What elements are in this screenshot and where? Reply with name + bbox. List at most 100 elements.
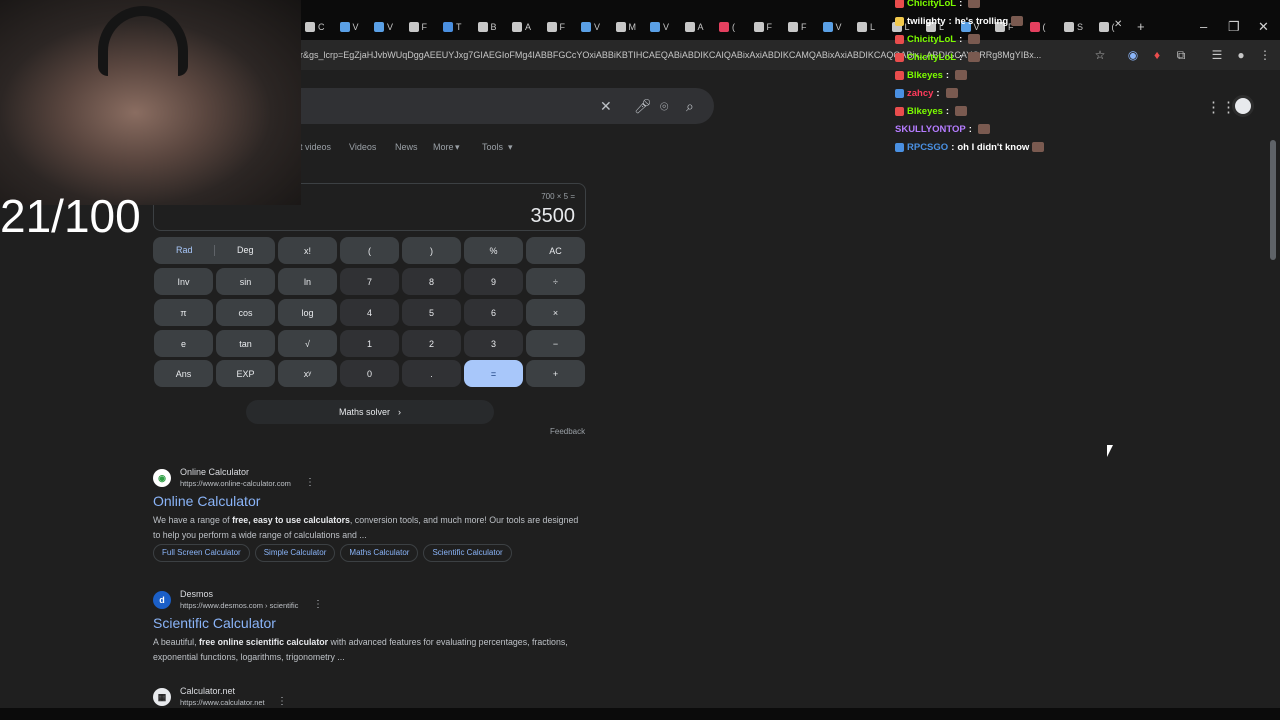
chat-text: he's trolling: [954, 15, 1009, 27]
calc-key[interactable]: 5: [402, 299, 461, 326]
browser-tab[interactable]: V: [374, 18, 393, 36]
calc-key[interactable]: e: [154, 330, 213, 357]
browser-tab[interactable]: A: [512, 18, 531, 36]
profile-icon[interactable]: ●: [1234, 48, 1248, 62]
calc-key[interactable]: AC: [526, 237, 585, 264]
sitelink-full-screen-calculator[interactable]: Full Screen Calculator: [153, 544, 250, 562]
new-tab-button[interactable]: +: [1137, 19, 1145, 34]
tab-title: F: [421, 22, 428, 32]
browser-tab[interactable]: V: [822, 18, 842, 36]
chat-badge-icon: [895, 88, 904, 98]
page-scrollbar[interactable]: [1270, 140, 1276, 260]
tab-more[interactable]: More: [433, 142, 454, 152]
chat-badge-icon: [895, 34, 904, 44]
avatar[interactable]: [1232, 95, 1254, 117]
tab-news[interactable]: News: [395, 142, 418, 152]
sitelink-maths-calculator[interactable]: Maths Calculator: [340, 544, 419, 562]
browser-tab[interactable]: T: [443, 18, 462, 36]
menu-dots-icon[interactable]: ⋮: [1258, 48, 1272, 62]
result-site-name: Calculator.net: [180, 686, 236, 696]
calc-key[interactable]: ): [402, 237, 461, 264]
browser-tab[interactable]: B: [477, 18, 497, 36]
tab-favicon-icon: [822, 22, 833, 32]
calc-key[interactable]: 7: [340, 268, 399, 295]
tab-search-icon[interactable]: ☰: [1210, 48, 1224, 62]
desmos-favicon: d: [153, 591, 171, 609]
extensions-icon[interactable]: ⧉: [1174, 48, 1188, 62]
tab-favicon-icon: [512, 22, 522, 32]
calc-key[interactable]: 6: [464, 299, 523, 326]
extension-wave-icon[interactable]: ◉: [1126, 48, 1140, 62]
calc-key[interactable]: tan: [216, 330, 275, 357]
calc-key[interactable]: EXP: [216, 360, 275, 387]
calc-key[interactable]: ×: [526, 299, 585, 326]
calc-key[interactable]: 4: [340, 299, 399, 326]
calc-key[interactable]: 0: [340, 360, 399, 387]
browser-tab[interactable]: F: [788, 18, 807, 36]
result-title-link[interactable]: Scientific Calculator: [153, 615, 276, 631]
sitelink-scientific-calculator[interactable]: Scientific Calculator: [423, 544, 512, 562]
calc-key[interactable]: (: [340, 237, 399, 264]
browser-tab[interactable]: F: [408, 18, 428, 36]
calc-key[interactable]: x!: [278, 237, 337, 264]
rad-option[interactable]: Rad: [176, 245, 193, 255]
calc-key[interactable]: =: [464, 360, 523, 387]
calc-key[interactable]: ln: [278, 268, 337, 295]
tab-videos-partial[interactable]: t videos: [300, 142, 331, 152]
calc-key[interactable]: −: [526, 330, 585, 357]
browser-tab[interactable]: L: [857, 18, 875, 36]
close-tab-button[interactable]: ✕: [1114, 19, 1122, 30]
maximize-button[interactable]: ❐: [1228, 19, 1240, 35]
more-options-icon[interactable]: ⋮: [305, 477, 315, 488]
feedback-link[interactable]: Feedback: [550, 427, 585, 436]
tab-tools[interactable]: Tools: [482, 142, 503, 152]
browser-tab[interactable]: C: [305, 18, 325, 36]
browser-tab[interactable]: V: [650, 18, 669, 36]
angle-mode-toggle[interactable]: Rad Deg: [153, 237, 275, 264]
online-calculator-favicon: ◉: [153, 469, 171, 487]
browser-tab[interactable]: (: [719, 18, 735, 36]
calc-key[interactable]: log: [278, 299, 337, 326]
chevron-down-icon: ▾: [455, 142, 460, 152]
extension-leaf-icon[interactable]: ♦: [1150, 48, 1164, 62]
calc-key[interactable]: xʸ: [278, 360, 337, 387]
calc-key[interactable]: sin: [216, 268, 275, 295]
maths-solver-button[interactable]: Maths solver ›: [246, 400, 494, 424]
close-window-button[interactable]: ✕: [1258, 19, 1269, 35]
calc-key[interactable]: 3: [464, 330, 523, 357]
calc-key[interactable]: 9: [464, 268, 523, 295]
calc-key[interactable]: %: [464, 237, 523, 264]
calc-key[interactable]: π: [154, 299, 213, 326]
browser-tab[interactable]: M: [615, 18, 636, 36]
more-options-icon[interactable]: ⋮: [313, 599, 323, 610]
browser-tab[interactable]: F: [753, 18, 772, 36]
calc-key[interactable]: Ans: [154, 360, 213, 387]
calculator-net-favicon: ▦: [153, 688, 171, 706]
minimize-button[interactable]: –: [1200, 19, 1207, 34]
calc-key[interactable]: ÷: [526, 268, 585, 295]
lens-icon[interactable]: ⌾: [660, 98, 668, 114]
microphone-icon[interactable]: 🎤︎: [634, 98, 652, 114]
calc-key[interactable]: .: [402, 360, 461, 387]
tab-favicon-icon: [305, 22, 315, 32]
browser-tab[interactable]: F: [546, 18, 565, 36]
more-options-icon[interactable]: ⋮: [277, 696, 287, 707]
clear-icon[interactable]: ✕: [600, 98, 612, 114]
result-title-link[interactable]: Online Calculator: [153, 493, 260, 509]
browser-tab[interactable]: V: [581, 18, 600, 36]
calc-key[interactable]: cos: [216, 299, 275, 326]
deg-option[interactable]: Deg: [237, 245, 254, 255]
calc-key[interactable]: 2: [402, 330, 461, 357]
chat-separator: :: [959, 51, 963, 63]
calc-key[interactable]: √: [278, 330, 337, 357]
browser-tab[interactable]: A: [684, 18, 704, 36]
calc-key[interactable]: 1: [340, 330, 399, 357]
tab-videos[interactable]: Videos: [349, 142, 376, 152]
calc-key[interactable]: Inv: [154, 268, 213, 295]
search-icon[interactable]: ⌕: [686, 98, 694, 114]
search-input[interactable]: ✕ 🎤︎ ⌾ ⌕: [292, 88, 714, 124]
browser-tab[interactable]: V: [339, 18, 359, 36]
calc-key[interactable]: 8: [402, 268, 461, 295]
sitelink-simple-calculator[interactable]: Simple Calculator: [254, 544, 336, 562]
calc-key[interactable]: +: [526, 360, 585, 387]
